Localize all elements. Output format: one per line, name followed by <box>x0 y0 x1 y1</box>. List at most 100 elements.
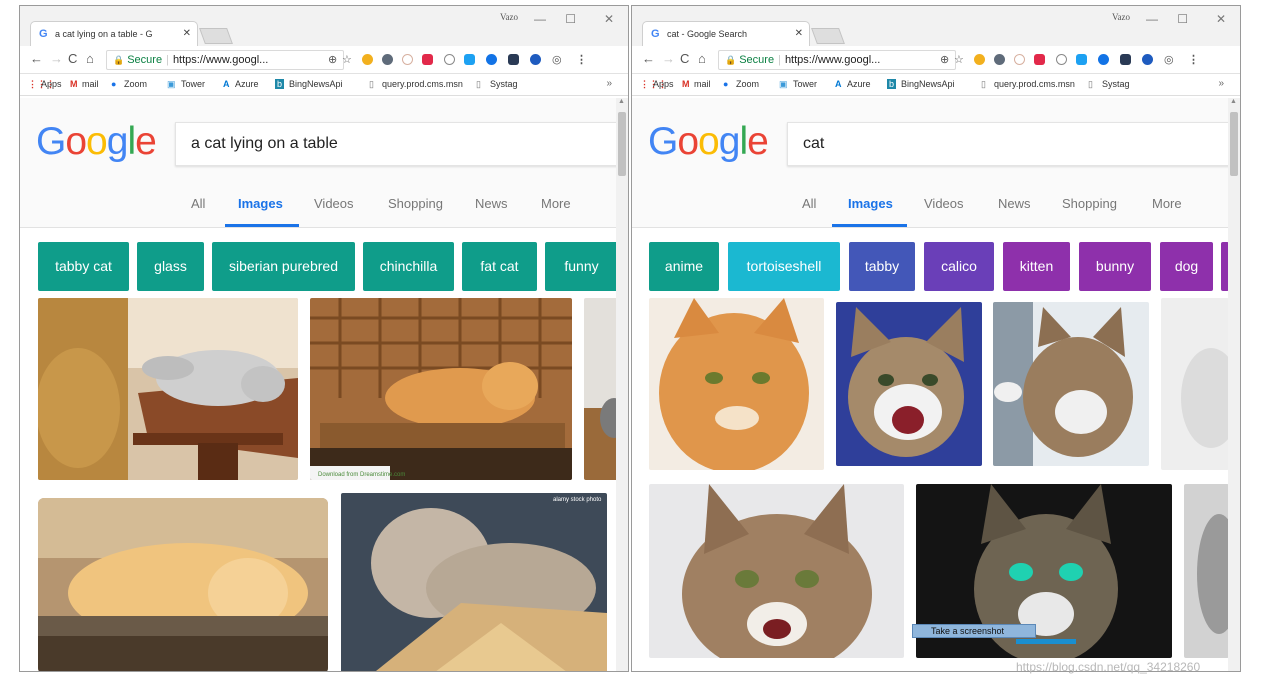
bookmark-systag[interactable]: Systag <box>490 79 518 89</box>
forward-arrow-icon[interactable]: → <box>662 51 675 66</box>
back-arrow-icon[interactable]: ← <box>30 51 43 66</box>
reload-icon[interactable]: C <box>68 51 77 66</box>
more-bookmarks-icon[interactable]: » <box>606 78 612 89</box>
tab-videos[interactable]: Videos <box>314 196 354 211</box>
bookmark-zoom[interactable]: Zoom <box>124 79 147 89</box>
menu-dots-icon[interactable]: ⋮ <box>576 53 587 66</box>
zoom-icon[interactable]: ⊕ <box>940 53 949 66</box>
extension-icon[interactable] <box>1056 54 1067 65</box>
extension-icon[interactable] <box>974 54 985 65</box>
bookmark-mail[interactable]: mail <box>694 79 711 89</box>
google-logo[interactable]: Google <box>36 120 157 164</box>
image-result[interactable] <box>993 302 1149 466</box>
image-result[interactable] <box>836 302 982 466</box>
extension-icon[interactable] <box>382 54 393 65</box>
image-result[interactable] <box>38 298 298 480</box>
extension-icon[interactable] <box>1098 54 1109 65</box>
profile-label[interactable]: Vazo <box>1112 12 1130 22</box>
maximize-icon[interactable]: ☐ <box>1177 12 1188 26</box>
close-icon[interactable]: ✕ <box>795 28 803 39</box>
chip-tabby-cat[interactable]: tabby cat <box>38 242 129 291</box>
chip-bunny[interactable]: bunny <box>1079 242 1151 291</box>
address-bar[interactable]: 🔒 Secure | https://www.googl... <box>106 50 344 70</box>
search-input[interactable]: a cat lying on a table <box>175 122 620 166</box>
image-result[interactable] <box>1184 484 1229 658</box>
back-arrow-icon[interactable]: ← <box>642 51 655 66</box>
chip-glass[interactable]: glass <box>137 242 204 291</box>
home-icon[interactable]: ⌂ <box>698 51 706 66</box>
bookmark-mail[interactable]: mail <box>82 79 99 89</box>
tab-more[interactable]: More <box>541 196 571 211</box>
camera-icon[interactable]: ◎ <box>552 53 562 66</box>
zoom-icon[interactable]: ⊕ <box>328 53 337 66</box>
tab-news[interactable]: News <box>998 196 1031 211</box>
chip-dog[interactable]: dog <box>1160 242 1213 291</box>
image-result[interactable] <box>649 298 824 470</box>
bookmark-azure[interactable]: Azure <box>847 79 871 89</box>
bookmark-tower[interactable]: Tower <box>181 79 205 89</box>
image-result[interactable] <box>649 484 904 658</box>
star-icon[interactable]: ☆ <box>954 53 964 66</box>
chip-funny[interactable]: funny <box>545 242 618 291</box>
extension-icon[interactable] <box>362 54 373 65</box>
tab-more[interactable]: More <box>1152 196 1182 211</box>
tab-images[interactable]: Images <box>238 196 283 211</box>
forward-arrow-icon[interactable]: → <box>50 51 63 66</box>
minimize-icon[interactable]: — <box>534 12 546 26</box>
chip-calico[interactable]: calico <box>924 242 994 291</box>
close-icon[interactable]: ✕ <box>183 28 191 39</box>
scroll-up-icon[interactable]: ▲ <box>618 98 625 105</box>
camera-icon[interactable]: ◎ <box>1164 53 1174 66</box>
bookmark-bingnewsapi[interactable]: BingNewsApi <box>901 79 955 89</box>
tab-shopping[interactable]: Shopping <box>1062 196 1117 211</box>
extension-icon[interactable] <box>422 54 433 65</box>
window-close-icon[interactable]: ✕ <box>604 12 614 26</box>
page-scrollbar[interactable]: ▲ <box>1228 98 1240 671</box>
new-tab-button[interactable] <box>199 28 233 44</box>
minimize-icon[interactable]: — <box>1146 12 1158 26</box>
chip-kitten[interactable]: kitten <box>1003 242 1070 291</box>
browser-tab[interactable]: G cat - Google Search ✕ <box>642 21 810 46</box>
address-bar[interactable]: 🔒 Secure | https://www.googl... <box>718 50 956 70</box>
new-tab-button[interactable] <box>811 28 845 44</box>
image-result[interactable]: Download from Dreamstime.com <box>310 298 572 480</box>
extension-icon[interactable] <box>1120 54 1131 65</box>
more-bookmarks-icon[interactable]: » <box>1218 78 1224 89</box>
extension-icon[interactable] <box>464 54 475 65</box>
home-icon[interactable]: ⌂ <box>86 51 94 66</box>
bookmark-query[interactable]: query.prod.cms.msn <box>382 79 468 89</box>
image-result[interactable] <box>649 670 911 671</box>
tab-news[interactable]: News <box>475 196 508 211</box>
bookmark-tower[interactable]: Tower <box>793 79 817 89</box>
scroll-thumb[interactable] <box>1230 112 1238 176</box>
extension-icon[interactable] <box>1076 54 1087 65</box>
tab-all[interactable]: All <box>802 196 816 211</box>
reload-icon[interactable]: C <box>680 51 689 66</box>
browser-tab[interactable]: G a cat lying on a table - G ✕ <box>30 21 198 46</box>
bookmark-query[interactable]: query.prod.cms.msn <box>994 79 1080 89</box>
extension-icon[interactable] <box>1014 54 1025 65</box>
window-close-icon[interactable]: ✕ <box>1216 12 1226 26</box>
scroll-up-icon[interactable]: ▲ <box>1230 98 1237 105</box>
chip-siberian-purebred[interactable]: siberian purebred <box>212 242 355 291</box>
extension-icon[interactable] <box>486 54 497 65</box>
image-result[interactable]: alamy stock photo <box>341 493 607 671</box>
image-result[interactable] <box>584 298 618 480</box>
bookmark-azure[interactable]: Azure <box>235 79 259 89</box>
chip-tortoiseshell[interactable]: tortoiseshell <box>728 242 840 291</box>
image-result[interactable] <box>962 670 1002 671</box>
bookmark-bingnewsapi[interactable]: BingNewsApi <box>289 79 343 89</box>
chip-tabby[interactable]: tabby <box>849 242 915 291</box>
tab-shopping[interactable]: Shopping <box>388 196 443 211</box>
chip-chinchilla[interactable]: chinchilla <box>363 242 454 291</box>
extension-icon[interactable] <box>508 54 519 65</box>
bookmark-apps[interactable]: Apps <box>41 79 62 89</box>
bookmark-apps[interactable]: Apps <box>653 79 674 89</box>
extension-icon[interactable] <box>994 54 1005 65</box>
scroll-thumb[interactable] <box>618 112 626 176</box>
chip-anime[interactable]: anime <box>649 242 719 291</box>
tab-all[interactable]: All <box>191 196 205 211</box>
menu-dots-icon[interactable]: ⋮ <box>1188 53 1199 66</box>
profile-label[interactable]: Vazo <box>500 12 518 22</box>
google-logo[interactable]: Google <box>648 120 769 164</box>
